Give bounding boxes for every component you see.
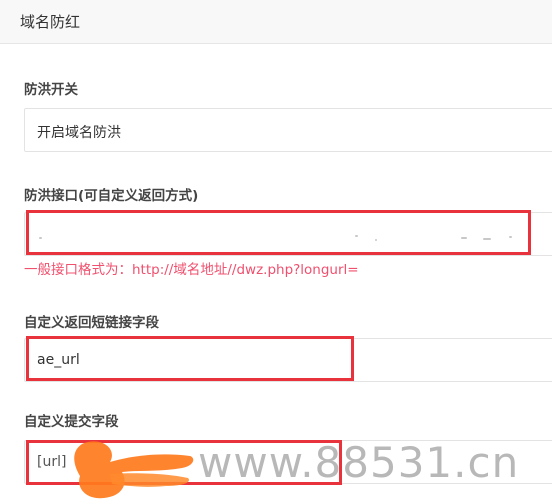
panel-header: 域名防红 bbox=[0, 0, 552, 44]
anti-flood-switch-label: 防洪开关 bbox=[24, 82, 78, 98]
return-short-link-field-label: 自定义返回短链接字段 bbox=[24, 315, 159, 331]
api-format-hint: 一般接口格式为：http://域名地址//dwz.php?longurl= bbox=[24, 262, 359, 278]
watermark: www.88531.cn bbox=[198, 438, 520, 487]
redaction-smudge bbox=[74, 441, 194, 499]
highlight-box bbox=[26, 210, 531, 255]
anti-flood-switch-value: 开启域名防洪 bbox=[37, 125, 121, 141]
panel-title: 域名防红 bbox=[20, 13, 81, 31]
highlight-box bbox=[26, 336, 354, 381]
anti-flood-api-label: 防洪接口(可自定义返回方式) bbox=[24, 188, 199, 204]
anti-flood-switch-select[interactable]: 开启域名防洪 bbox=[24, 108, 552, 152]
submit-field-label: 自定义提交字段 bbox=[24, 414, 119, 430]
